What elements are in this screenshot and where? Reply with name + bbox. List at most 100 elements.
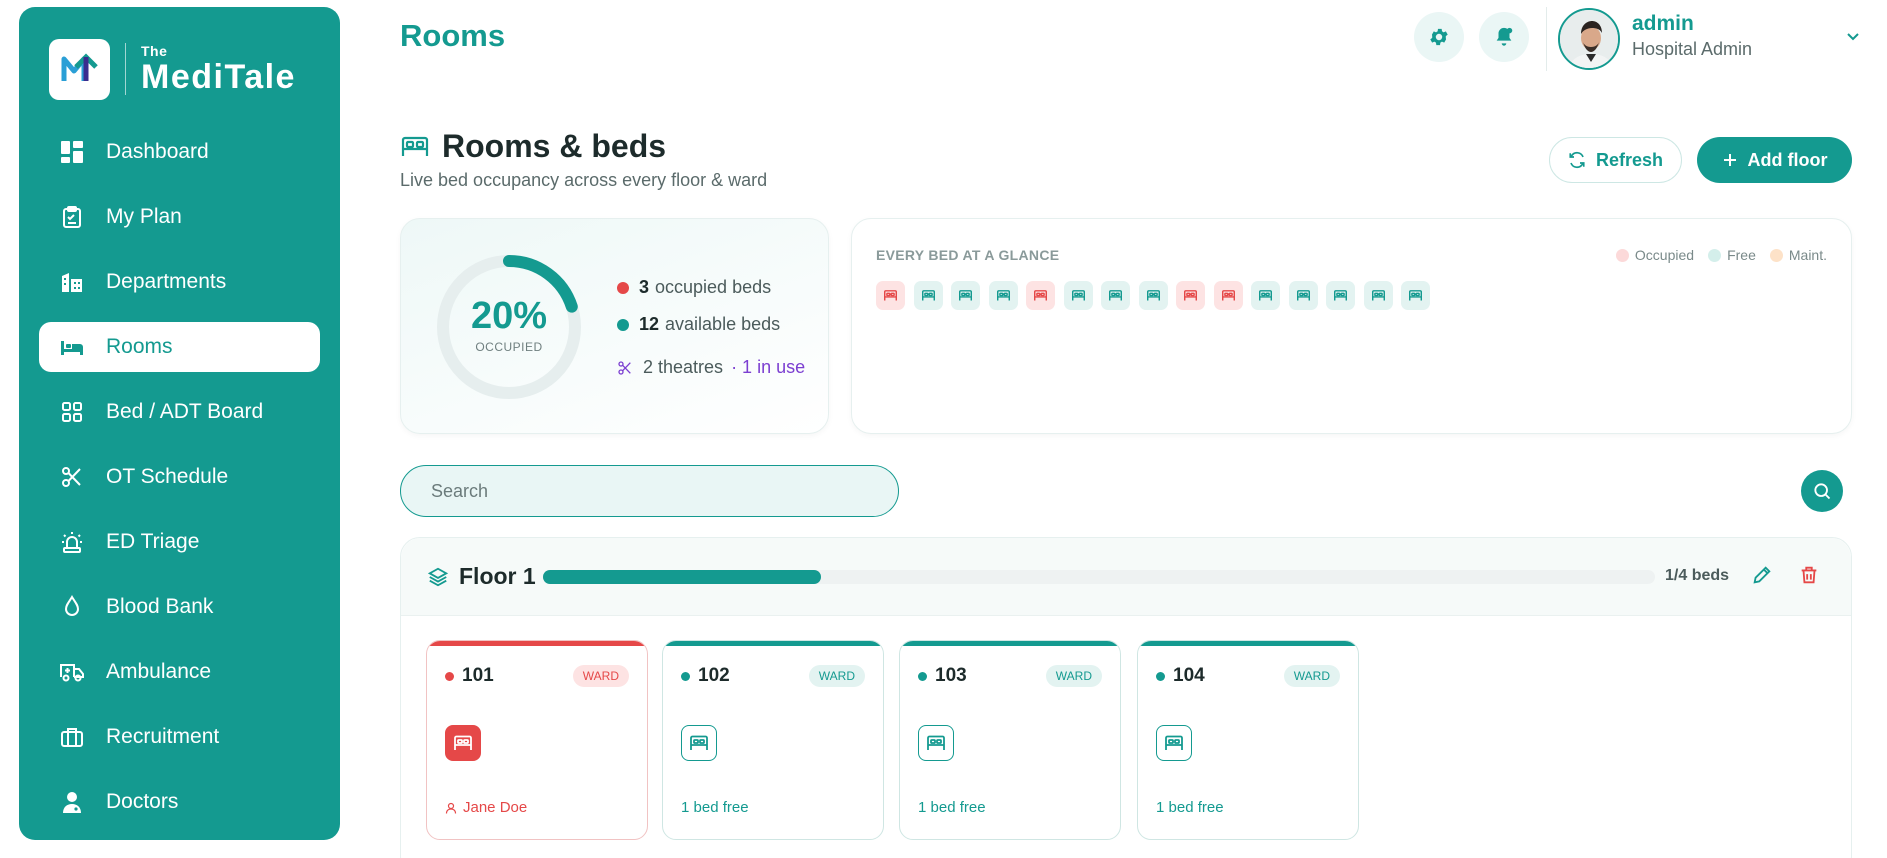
room-status-strip [1138, 641, 1358, 646]
bed-cell-4[interactable] [988, 281, 1018, 310]
bed-icon [1409, 290, 1422, 301]
theatres-stat: 2 theatres · 1 in use [617, 357, 805, 378]
bed-icon [401, 136, 429, 156]
doctor-icon [59, 789, 85, 815]
occupied-count: 3 [639, 277, 650, 297]
sidebar-item-recruitment[interactable]: Recruitment [39, 712, 320, 762]
bed-grid [876, 281, 1439, 310]
brand[interactable]: The MediTale [49, 37, 296, 101]
briefcase-icon [59, 724, 85, 750]
sidebar-item-rooms[interactable]: Rooms [39, 322, 320, 372]
bed-cell-6[interactable] [1063, 281, 1093, 310]
gear-icon [1430, 28, 1448, 46]
room-card-103[interactable]: 103 WARD 1 bed free [899, 640, 1121, 840]
sidebar-item-ambulance[interactable]: Ambulance [39, 647, 320, 697]
room-type-badge: WARD [572, 665, 629, 687]
sidebar-item-my-plan[interactable]: My Plan [39, 192, 320, 242]
floor-title: Floor 1 [459, 563, 536, 589]
glance-legend: Occupied Free Maint. [1602, 247, 1827, 263]
bed-icon [1034, 290, 1047, 301]
search-button[interactable] [1801, 470, 1843, 512]
user-name[interactable]: admin [1632, 12, 1694, 36]
occupancy-card: 20% OCCUPIED 3 occupied beds 12 availabl… [400, 218, 829, 434]
room-status-strip [663, 641, 883, 646]
sidebar-item-doctors[interactable]: Doctors [39, 777, 320, 827]
bed-cell-14[interactable] [1363, 281, 1393, 310]
notifications-button[interactable] [1479, 12, 1529, 62]
room-number: 103 [918, 665, 967, 687]
room-card-101[interactable]: 101 WARD Jane Doe [426, 640, 648, 840]
bed-cell-11[interactable] [1251, 281, 1280, 310]
sidebar-item-label: OT Schedule [106, 465, 229, 488]
occupancy-percent: 20% [470, 295, 548, 337]
avatar[interactable] [1558, 8, 1620, 70]
bed-icon [1109, 290, 1122, 301]
bed-cell-15[interactable] [1401, 281, 1430, 310]
room-occupant: Jane Doe [445, 799, 527, 816]
sidebar-item-dashboard[interactable]: Dashboard [39, 127, 320, 177]
floor-bed-count: 1/4 beds [1665, 567, 1730, 584]
bed-cell-9[interactable] [1176, 281, 1205, 310]
bed-cell-1[interactable] [876, 281, 905, 310]
bed-cell-5[interactable] [1026, 281, 1055, 310]
glance-title: EVERY BED AT A GLANCE [876, 247, 1060, 263]
room-type-badge: WARD [1045, 665, 1102, 687]
bed-icon [918, 725, 954, 761]
droplet-icon [59, 594, 85, 620]
bed-cell-3[interactable] [951, 281, 980, 310]
refresh-button[interactable]: Refresh [1549, 137, 1682, 183]
user-menu-toggle[interactable] [1845, 28, 1861, 49]
bed-icon [884, 290, 897, 301]
bed-cell-12[interactable] [1288, 281, 1318, 310]
floor-section: Floor 1 1/4 beds 101 WARD Jane Doe 102 W… [400, 537, 1852, 858]
bed-icon [1334, 290, 1347, 301]
refresh-icon [1569, 151, 1585, 169]
sidebar-item-label: Recruitment [106, 725, 220, 748]
sidebar-item-ot-schedule[interactable]: OT Schedule [39, 452, 320, 502]
sidebar-item-departments[interactable]: Departments [39, 257, 320, 307]
add-floor-label: Add floor [1747, 149, 1828, 170]
floor-header: Floor 1 1/4 beds [401, 538, 1851, 616]
bed-cell-10[interactable] [1213, 281, 1243, 310]
bed-cell-2[interactable] [913, 281, 943, 310]
sidebar-item-label: My Plan [106, 205, 182, 228]
search-input[interactable] [400, 465, 899, 517]
plus-icon [1723, 154, 1736, 166]
room-availability: 1 bed free [681, 799, 749, 816]
available-text: available beds [665, 314, 781, 334]
theatres-in-use: · 1 in use [731, 357, 806, 377]
scissors-icon [618, 360, 631, 375]
sidebar: The MediTale Dashboard My Plan Departmen… [19, 7, 340, 840]
bed-cell-8[interactable] [1138, 281, 1168, 310]
header-divider [1546, 7, 1547, 71]
sidebar-item-label: Blood Bank [106, 595, 214, 618]
bed-icon [1156, 725, 1192, 761]
bed-icon [1146, 290, 1160, 301]
bed-icon [1184, 290, 1197, 301]
floor-occupancy-fill [543, 570, 821, 584]
floor-name[interactable]: Floor 1 [427, 563, 536, 590]
bell-icon [1496, 27, 1513, 46]
bed-icon [59, 334, 85, 360]
add-floor-button[interactable]: Add floor [1697, 137, 1852, 183]
occupied-dot [617, 281, 629, 294]
delete-floor-button[interactable] [1798, 564, 1820, 591]
sidebar-item-label: Rooms [106, 335, 173, 358]
sidebar-item-blood-bank[interactable]: Blood Bank [39, 582, 320, 632]
sidebar-item-ed-triage[interactable]: ED Triage [39, 517, 320, 567]
bed-cell-7[interactable] [1101, 281, 1130, 310]
layers-icon [427, 567, 449, 586]
section-title: Rooms & beds [400, 128, 666, 165]
room-availability: 1 bed free [918, 799, 986, 816]
bed-icon [921, 290, 935, 301]
room-card-102[interactable]: 102 WARD 1 bed free [662, 640, 884, 840]
bed-icon [1259, 290, 1272, 301]
refresh-label: Refresh [1595, 149, 1664, 170]
room-card-104[interactable]: 104 WARD 1 bed free [1137, 640, 1359, 840]
settings-button[interactable] [1414, 12, 1464, 62]
legend-maintenance: Maint. [1769, 247, 1827, 263]
edit-floor-button[interactable] [1751, 564, 1773, 591]
bed-cell-13[interactable] [1326, 281, 1355, 310]
sidebar-item-bed-adt-board[interactable]: Bed / ADT Board [39, 387, 320, 437]
person-icon [445, 802, 457, 814]
